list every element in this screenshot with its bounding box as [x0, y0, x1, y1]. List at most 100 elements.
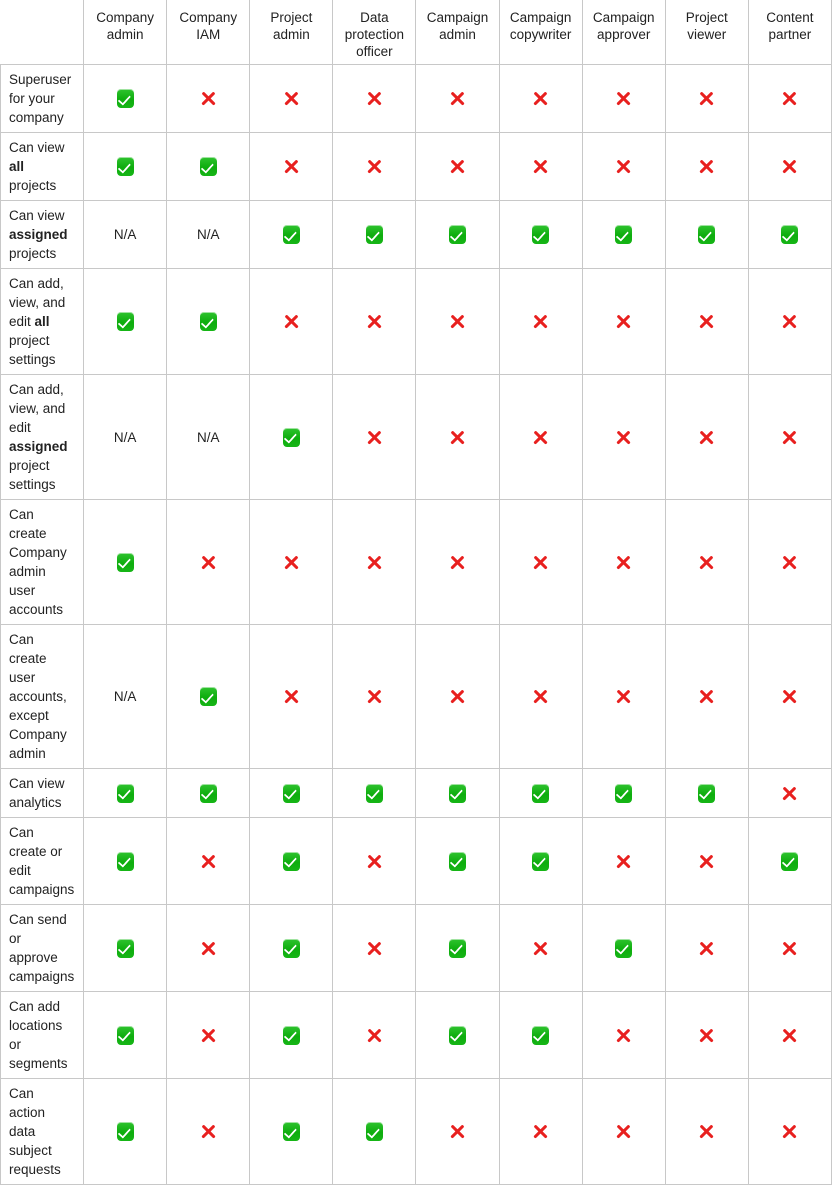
cell-denied [332, 499, 417, 625]
cell-denied [249, 64, 334, 133]
cell-allowed [249, 374, 334, 500]
cell-denied [249, 268, 334, 375]
cell-denied [581, 624, 666, 769]
column-header-campaign-approver: Campaign approver [581, 0, 666, 65]
cross-mark-icon [780, 312, 799, 331]
na-label: N/A [113, 689, 137, 704]
cell-allowed [415, 768, 500, 818]
cell-allowed [332, 1078, 417, 1185]
row-label: Can add locations or segments [0, 991, 85, 1079]
check-mark-button-icon [282, 851, 300, 871]
cell-denied [747, 768, 833, 818]
cross-mark-icon [780, 157, 799, 176]
cell-not-applicable: N/A [83, 200, 168, 269]
table-row: Can send or approve campaigns [0, 904, 833, 992]
row-label: Can action data subject requests [0, 1078, 85, 1185]
cell-allowed [83, 132, 168, 201]
table-row: Can add, view, and edit assigned project… [0, 374, 833, 500]
cross-mark-icon [531, 428, 550, 447]
cell-allowed [664, 200, 749, 269]
check-mark-button-icon [282, 1122, 300, 1142]
column-header-project-admin: Project admin [249, 0, 333, 65]
cell-denied [332, 624, 417, 769]
cell-denied [249, 499, 334, 625]
cell-denied [747, 904, 833, 992]
check-mark-button-icon [116, 783, 134, 803]
cell-allowed [166, 132, 251, 201]
cell-denied [664, 817, 749, 905]
table-corner-cell [0, 0, 84, 65]
check-mark-button-icon [282, 225, 300, 245]
cell-allowed [249, 768, 334, 818]
check-mark-button-icon [199, 157, 217, 177]
check-mark-button-icon [781, 225, 799, 245]
cross-mark-icon [780, 1122, 799, 1141]
cross-mark-icon [282, 553, 301, 572]
cell-denied [747, 991, 833, 1079]
check-mark-button-icon [116, 1025, 134, 1045]
check-mark-button-icon [199, 687, 217, 707]
cell-denied [747, 132, 833, 201]
cell-denied [166, 499, 251, 625]
cross-mark-icon [780, 553, 799, 572]
check-mark-button-icon [532, 851, 550, 871]
cross-mark-icon [448, 428, 467, 447]
cross-mark-icon [448, 312, 467, 331]
cell-allowed [249, 991, 334, 1079]
cell-denied [415, 374, 500, 500]
table-body: Superuser for your company Can view all p… [0, 64, 833, 1185]
cell-denied [747, 624, 833, 769]
check-mark-button-icon [449, 225, 467, 245]
cross-mark-icon [780, 784, 799, 803]
cell-denied [664, 624, 749, 769]
cell-denied [415, 132, 500, 201]
check-mark-button-icon [532, 783, 550, 803]
check-mark-button-icon [449, 938, 467, 958]
cell-allowed [83, 904, 168, 992]
cell-denied [166, 817, 251, 905]
cross-mark-icon [199, 939, 218, 958]
check-mark-button-icon [365, 783, 383, 803]
cell-denied [415, 624, 500, 769]
check-mark-button-icon [282, 938, 300, 958]
cell-denied [581, 1078, 666, 1185]
table-row: Superuser for your company [0, 64, 833, 133]
cell-denied [166, 64, 251, 133]
cross-mark-icon [697, 1122, 716, 1141]
row-label: Can add, view, and edit assigned project… [0, 374, 85, 500]
cell-denied [332, 268, 417, 375]
check-mark-button-icon [449, 851, 467, 871]
cell-not-applicable: N/A [83, 374, 168, 500]
cross-mark-icon [365, 939, 384, 958]
check-mark-button-icon [449, 783, 467, 803]
table-row: Can view assigned projects N/A N/A [0, 200, 833, 269]
check-mark-button-icon [532, 1025, 550, 1045]
cell-allowed [581, 904, 666, 992]
cross-mark-icon [199, 1026, 218, 1045]
cross-mark-icon [531, 157, 550, 176]
cross-mark-icon [448, 553, 467, 572]
na-label: N/A [196, 429, 220, 445]
cell-denied [664, 499, 749, 625]
cross-mark-icon [697, 312, 716, 331]
cross-mark-icon [365, 553, 384, 572]
cell-denied [332, 374, 417, 500]
cell-denied [498, 904, 583, 992]
cell-allowed [332, 768, 417, 818]
cell-denied [747, 268, 833, 375]
cell-allowed [664, 768, 749, 818]
cell-denied [581, 132, 666, 201]
check-mark-button-icon [116, 552, 134, 572]
cross-mark-icon [365, 852, 384, 871]
check-mark-button-icon [615, 938, 633, 958]
cross-mark-icon [780, 939, 799, 958]
cell-allowed [332, 200, 417, 269]
cell-allowed [166, 768, 251, 818]
cross-mark-icon [697, 939, 716, 958]
cross-mark-icon [448, 89, 467, 108]
table-row: Can action data subject requests [0, 1078, 833, 1185]
cell-denied [332, 817, 417, 905]
row-label: Can create Company admin user accounts [0, 499, 85, 625]
cross-mark-icon [614, 1026, 633, 1045]
cell-not-applicable: N/A [166, 374, 251, 500]
